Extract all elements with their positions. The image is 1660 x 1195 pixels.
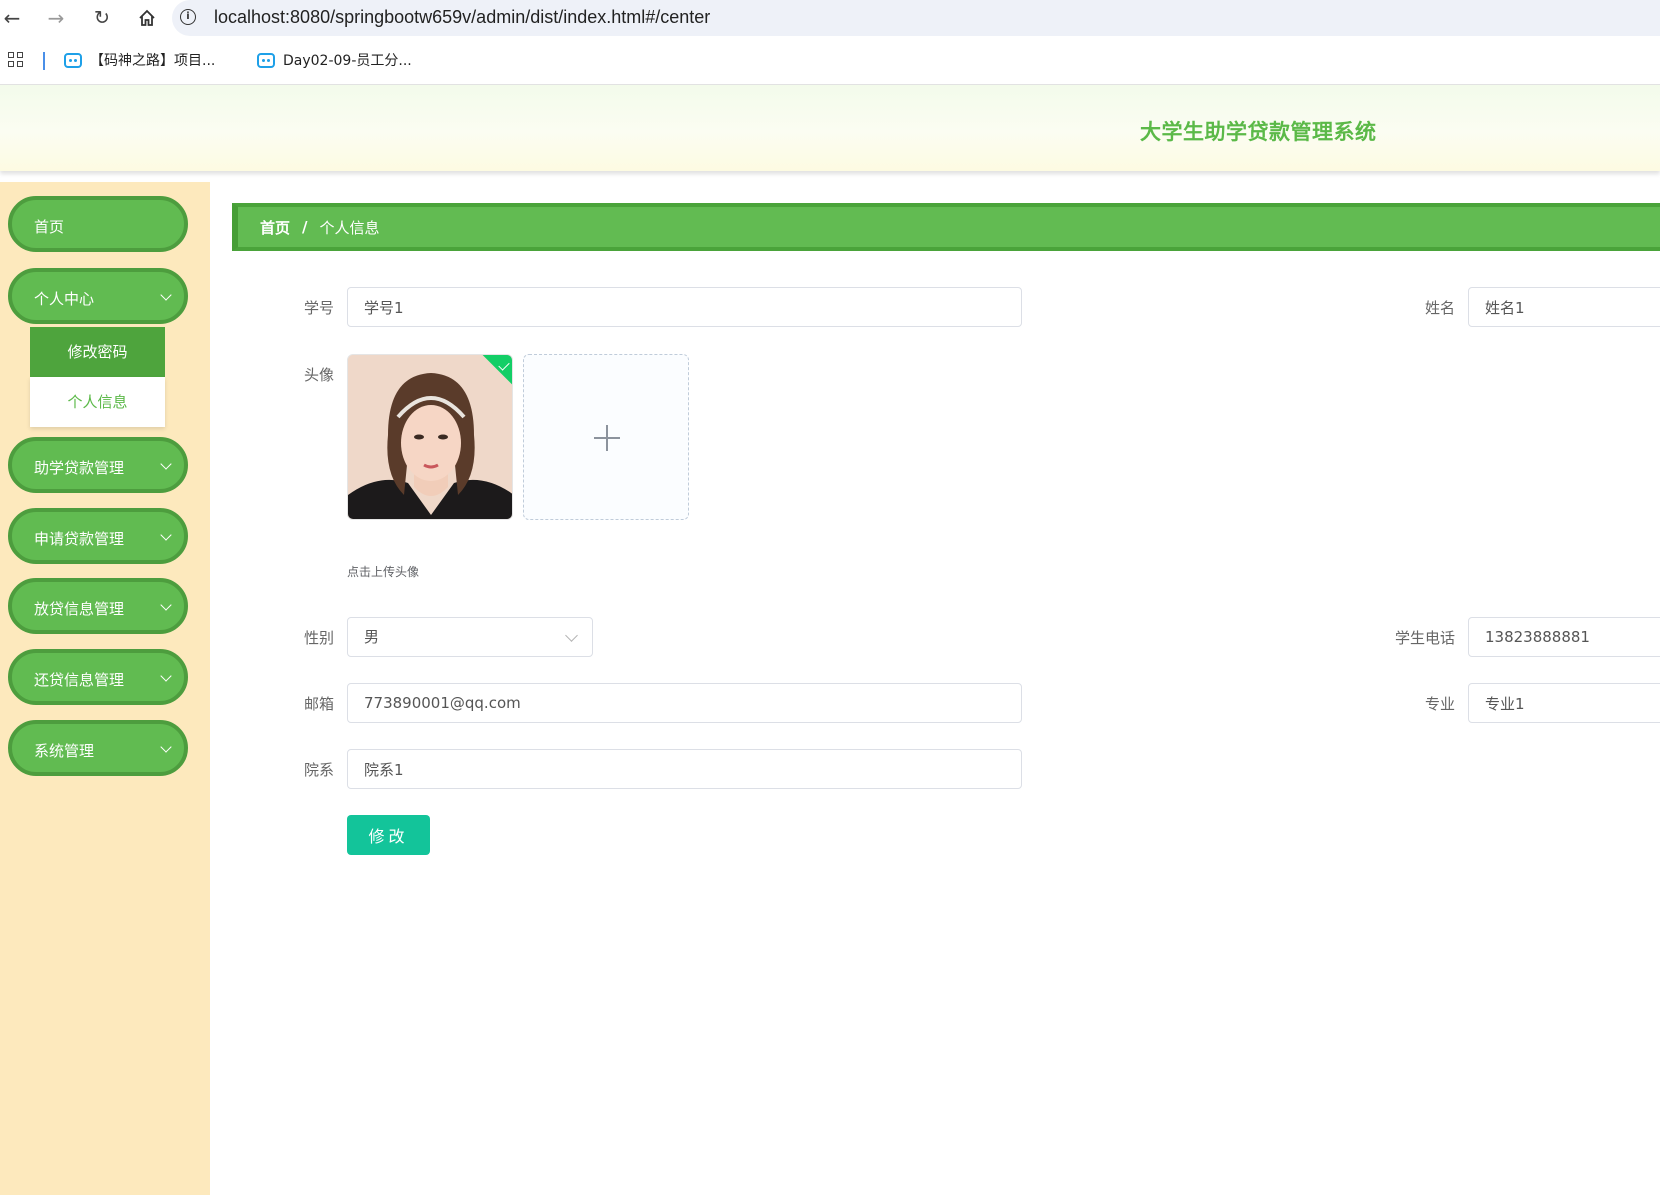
student-no-label: 学号 (303, 299, 334, 317)
sidebar-item-label: 系统管理 (34, 742, 95, 760)
major-input[interactable] (1468, 683, 1660, 723)
avatar-portrait (348, 355, 512, 519)
avatar-image[interactable] (347, 354, 513, 520)
home-icon[interactable] (135, 6, 159, 30)
submenu-item-change-password[interactable]: 修改密码 (30, 327, 165, 377)
sidebar: 首页 个人中心 修改密码 个人信息 助学贷款管理 申请贷款管理 放贷信息管理 还… (0, 182, 210, 1195)
upload-tip: 点击上传头像 (347, 565, 420, 579)
sidebar-item-label: 助学贷款管理 (34, 459, 125, 477)
bilibili-icon (257, 52, 275, 68)
chevron-down-icon (565, 629, 578, 642)
email-label: 邮箱 (303, 695, 334, 713)
name-input[interactable] (1468, 287, 1660, 327)
sidebar-item-repayment[interactable]: 还贷信息管理 (8, 649, 188, 705)
back-icon[interactable]: ← (0, 6, 24, 30)
site-info-icon[interactable]: i (180, 9, 196, 25)
student-no-input[interactable] (347, 287, 1022, 327)
submit-button[interactable]: 修改 (347, 815, 430, 855)
sidebar-item-label: 申请贷款管理 (34, 530, 125, 548)
phone-input[interactable] (1468, 617, 1660, 657)
department-input[interactable] (347, 749, 1022, 789)
forward-icon[interactable]: → (44, 6, 68, 30)
bookmark-item[interactable]: 【码神之路】项目... (64, 50, 215, 70)
avatar-upload-button[interactable] (523, 354, 689, 520)
gender-select[interactable]: 男 (347, 617, 593, 657)
chevron-down-icon (160, 458, 172, 470)
apps-grid-icon[interactable] (8, 52, 25, 69)
bookmark-item[interactable]: Day02-09-员工分... (257, 50, 412, 70)
breadcrumb: 首页 / 个人信息 (232, 203, 1660, 251)
department-label: 院系 (303, 761, 334, 779)
chevron-down-icon (160, 529, 172, 541)
chevron-down-icon (160, 670, 172, 682)
sidebar-item-label: 放贷信息管理 (34, 600, 125, 618)
browser-toolbar: ← → ↻ i localhost:8080/springbootw659v/a… (0, 0, 1660, 36)
sidebar-item-system[interactable]: 系统管理 (8, 720, 188, 776)
bilibili-icon (64, 52, 82, 68)
bookmark-label: Day02-09-员工分... (283, 53, 412, 69)
sidebar-item-loan-application[interactable]: 申请贷款管理 (8, 508, 188, 564)
app-title: 大学生助学贷款管理系统 (1140, 120, 1377, 144)
address-bar[interactable]: i localhost:8080/springbootw659v/admin/d… (172, 0, 1660, 36)
sidebar-item-home[interactable]: 首页 (8, 196, 188, 252)
submenu: 修改密码 个人信息 (30, 327, 165, 427)
breadcrumb-separator: / (302, 218, 308, 236)
url-text: localhost:8080/springbootw659v/admin/dis… (214, 7, 711, 27)
sidebar-item-loan-management[interactable]: 助学贷款管理 (8, 437, 188, 493)
sidebar-item-disbursement[interactable]: 放贷信息管理 (8, 578, 188, 634)
reload-icon[interactable]: ↻ (90, 6, 114, 30)
submenu-item-personal-info[interactable]: 个人信息 (30, 377, 165, 427)
chevron-down-icon (160, 289, 172, 301)
sidebar-item-label: 个人中心 (34, 290, 95, 308)
bookmark-separator (43, 52, 45, 70)
avatar-label: 头像 (303, 366, 334, 384)
chevron-down-icon (160, 599, 172, 611)
email-input[interactable] (347, 683, 1022, 723)
app-header: 大学生助学贷款管理系统 (0, 85, 1660, 171)
bookmarks-bar: 【码神之路】项目... Day02-09-员工分... (0, 36, 1660, 85)
breadcrumb-current: 个人信息 (319, 218, 380, 237)
plus-icon (606, 425, 608, 451)
phone-label: 学生电话 (1394, 629, 1455, 647)
major-label: 专业 (1424, 695, 1455, 713)
chevron-down-icon (160, 741, 172, 753)
gender-label: 性别 (303, 629, 334, 647)
sidebar-item-label: 首页 (34, 218, 65, 236)
sidebar-item-personal-center[interactable]: 个人中心 (8, 268, 188, 324)
gender-selected-value: 男 (364, 628, 380, 646)
breadcrumb-home[interactable]: 首页 (260, 217, 290, 238)
name-label: 姓名 (1424, 299, 1455, 317)
sidebar-item-label: 还贷信息管理 (34, 671, 125, 689)
bookmark-label: 【码神之路】项目... (90, 53, 216, 69)
